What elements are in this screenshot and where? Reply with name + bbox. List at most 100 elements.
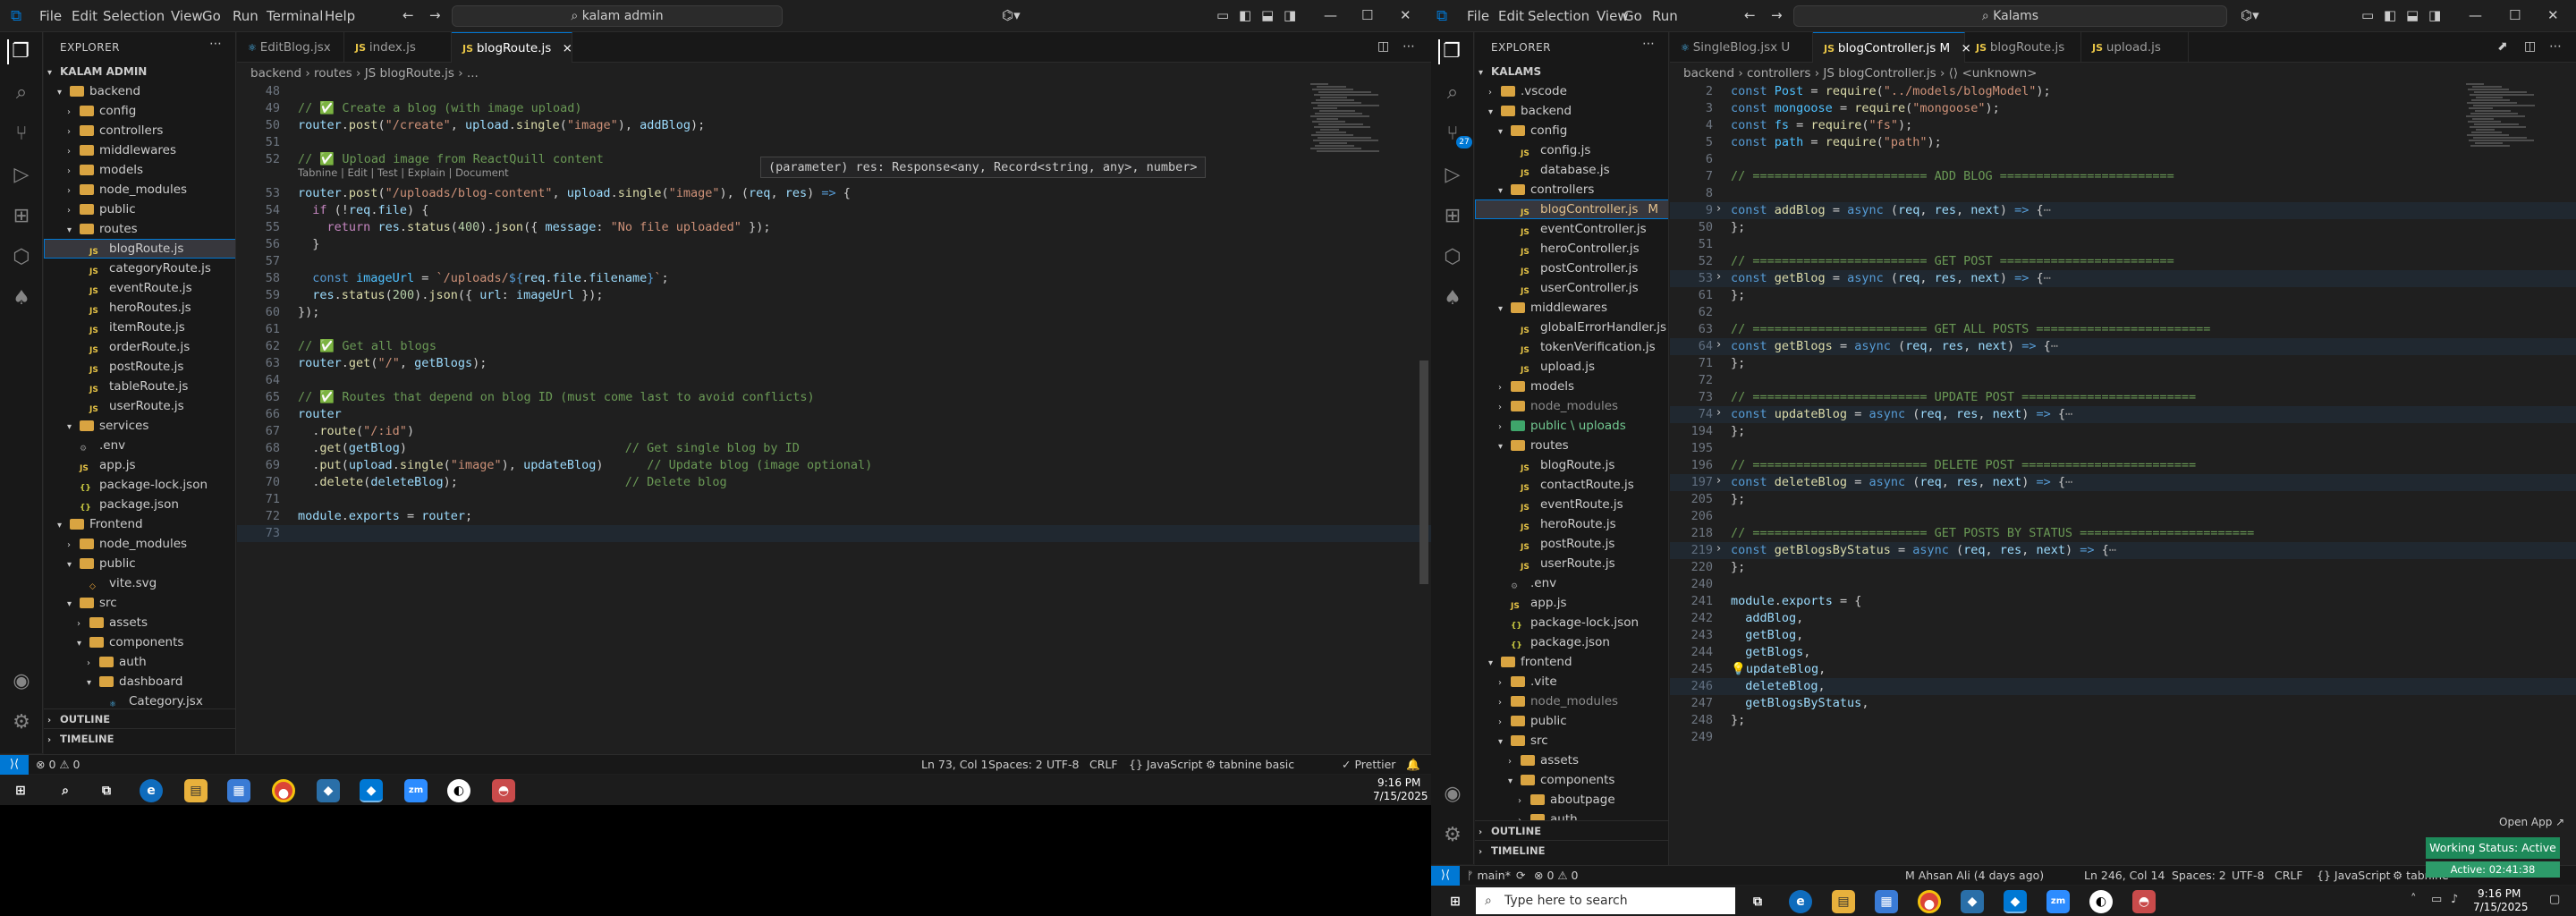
- tree-item[interactable]: {} package-lock.json: [44, 475, 235, 495]
- language-mode[interactable]: {} JavaScript: [2317, 869, 2391, 882]
- tree-item[interactable]: JS postRoute.js: [44, 357, 235, 377]
- tree-item[interactable]: › node_modules: [44, 180, 235, 199]
- search-icon[interactable]: ⌕: [9, 81, 34, 106]
- tree-item[interactable]: {} package.json: [1475, 632, 1668, 652]
- layout-icon[interactable]: ▭: [2361, 7, 2374, 23]
- menu-selection[interactable]: Selection: [103, 8, 165, 24]
- tree-item[interactable]: JS app.js: [44, 455, 235, 475]
- menu-run[interactable]: Run: [233, 8, 258, 24]
- tree-item[interactable]: ▾ public: [44, 554, 235, 573]
- tree-item[interactable]: JS upload.js: [1475, 357, 1668, 377]
- windows-start-icon[interactable]: ⊞: [9, 779, 32, 802]
- fold-chevron-icon[interactable]: ›: [1716, 270, 1721, 284]
- tree-item[interactable]: › auth: [44, 652, 235, 672]
- layout-icon[interactable]: ▭: [1216, 7, 1229, 23]
- breadcrumb[interactable]: backend › controllers › JS blogControlle…: [1683, 64, 2037, 83]
- tree-item[interactable]: › assets: [44, 613, 235, 632]
- source-control-icon[interactable]: ⑂: [9, 122, 34, 147]
- tray-chevron-icon[interactable]: ˄: [2411, 893, 2417, 906]
- zoom-icon[interactable]: zm: [404, 779, 428, 802]
- store-icon[interactable]: ▦: [1875, 890, 1898, 913]
- close-window-icon[interactable]: ✕: [2547, 7, 2559, 23]
- tree-item[interactable]: ▾ backend: [44, 81, 235, 101]
- toggle-secondary-icon[interactable]: ◨: [1284, 7, 1296, 23]
- tree-item[interactable]: › assets: [1475, 751, 1668, 770]
- tree-item[interactable]: JS blogRoute.js: [1475, 455, 1668, 475]
- indentation[interactable]: Spaces: 2: [2172, 869, 2226, 882]
- fold-chevron-icon[interactable]: ›: [1716, 202, 1721, 216]
- problems-indicator[interactable]: ⊗ 0 ⚠ 0: [1534, 869, 1579, 882]
- toggle-secondary-icon[interactable]: ◨: [2428, 7, 2441, 23]
- tab-index-js[interactable]: JS index.js: [344, 32, 452, 63]
- edge-icon[interactable]: e: [1789, 890, 1812, 913]
- mongodb-icon[interactable]: ♠: [9, 286, 34, 311]
- command-center-search[interactable]: ⌕ Kalams: [1793, 5, 2227, 27]
- network-icon[interactable]: ▭: [2431, 893, 2442, 906]
- copilot-icon[interactable]: ⌬▾: [2241, 7, 2259, 23]
- minimap[interactable]: [1310, 83, 1409, 155]
- more-actions-icon[interactable]: ⋯: [209, 37, 222, 51]
- open-app-link[interactable]: Open App ↗: [2499, 816, 2564, 828]
- encoding[interactable]: UTF-8: [1046, 758, 1079, 771]
- tree-item[interactable]: JS heroRoute.js: [1475, 514, 1668, 534]
- tree-item[interactable]: ▾ backend: [1475, 101, 1668, 121]
- explorer-icon[interactable]: ❐: [7, 39, 32, 64]
- tree-item[interactable]: JS userRoute.js: [44, 396, 235, 416]
- toggle-panel-icon[interactable]: ⬓: [1261, 7, 1274, 23]
- tree-item[interactable]: JS tokenVerification.js: [1475, 337, 1668, 357]
- minimize-icon[interactable]: —: [1324, 7, 1337, 23]
- tree-item[interactable]: › public: [44, 199, 235, 219]
- tree-item[interactable]: JS blogController.js M: [1475, 199, 1668, 219]
- line-ending[interactable]: CRLF: [1089, 758, 1118, 771]
- menu-terminal[interactable]: Terminal: [267, 8, 323, 24]
- minimap[interactable]: [2466, 83, 2564, 155]
- vscode-active-icon[interactable]: ◆: [2004, 890, 2027, 913]
- tree-item[interactable]: JS postController.js: [1475, 259, 1668, 278]
- copilot-icon[interactable]: ⌬▾: [1002, 7, 1021, 23]
- tree-item[interactable]: JS eventRoute.js: [1475, 495, 1668, 514]
- tree-item[interactable]: ⚙ .env: [44, 436, 235, 455]
- search-icon[interactable]: ⌕: [54, 779, 77, 802]
- menu-help[interactable]: Help: [325, 8, 355, 24]
- run-debug-icon[interactable]: ▷: [1440, 163, 1465, 188]
- back-icon[interactable]: ←: [402, 7, 414, 23]
- remote-icon[interactable]: ⟩⟨: [0, 755, 29, 775]
- remote-icon[interactable]: ⬡: [9, 245, 34, 270]
- tree-item[interactable]: ▾ src: [44, 593, 235, 613]
- gear-icon[interactable]: ⚙: [1440, 823, 1465, 848]
- menu-view[interactable]: View: [171, 8, 203, 24]
- tree-item[interactable]: ▾ frontend: [1475, 652, 1668, 672]
- problems-indicator[interactable]: ⊗ 0 ⚠ 0: [36, 758, 80, 771]
- clock-date[interactable]: 7/15/2025: [2473, 901, 2529, 913]
- tree-item[interactable]: JS userController.js: [1475, 278, 1668, 298]
- code-editor[interactable]: 2 3 4 5 6 7 8 9 50 51 52 53 61 62 63 64 71 72 73 74 194 195 19…: [1670, 83, 2576, 865]
- tree-item[interactable]: ⚙ .env: [1475, 573, 1668, 593]
- fold-chevron-icon[interactable]: ›: [1716, 406, 1721, 420]
- app-icon[interactable]: ◓: [2132, 890, 2156, 913]
- tree-item[interactable]: JS database.js: [1475, 160, 1668, 180]
- mongodb-icon[interactable]: ♠: [1440, 286, 1465, 311]
- tree-item[interactable]: › public \ uploads: [1475, 416, 1668, 436]
- maximize-icon[interactable]: ☐: [2509, 7, 2521, 23]
- chrome-icon[interactable]: ●: [272, 779, 295, 802]
- cursor-position[interactable]: Ln 73, Col 1: [921, 758, 988, 771]
- outline-section[interactable]: › OUTLINE: [44, 708, 235, 728]
- menu-go[interactable]: Go: [1623, 8, 1642, 24]
- tree-item[interactable]: › .vscode: [1475, 81, 1668, 101]
- bell-icon[interactable]: 🔔: [1406, 758, 1420, 772]
- breadcrumb[interactable]: backend › routes › JS blogRoute.js › ...: [250, 64, 479, 83]
- volume-icon[interactable]: ♪: [2451, 893, 2458, 906]
- cursor-position[interactable]: Ln 246, Col 14: [2084, 869, 2165, 882]
- run-icon[interactable]: ⬈: [2497, 39, 2508, 54]
- tree-item[interactable]: › node_modules: [44, 534, 235, 554]
- menu-edit[interactable]: Edit: [72, 8, 97, 24]
- code-editor[interactable]: 48 49 50 51 52 53 54 55 56 57 58 59 60 61 62 63 64 65 66 67…: [237, 83, 1431, 754]
- maximize-icon[interactable]: ☐: [1361, 7, 1373, 23]
- tree-item[interactable]: › node_modules: [1475, 691, 1668, 711]
- tab-SingleBlog-jsx[interactable]: ⚛ SingleBlog.jsx U: [1670, 32, 1813, 63]
- tree-item[interactable]: JS globalErrorHandler.js: [1475, 318, 1668, 337]
- search-icon[interactable]: ⌕: [1440, 81, 1465, 106]
- line-ending[interactable]: CRLF: [2275, 869, 2303, 882]
- sync-icon[interactable]: ⟳: [1516, 869, 1525, 882]
- chrome-icon[interactable]: ●: [1918, 890, 1941, 913]
